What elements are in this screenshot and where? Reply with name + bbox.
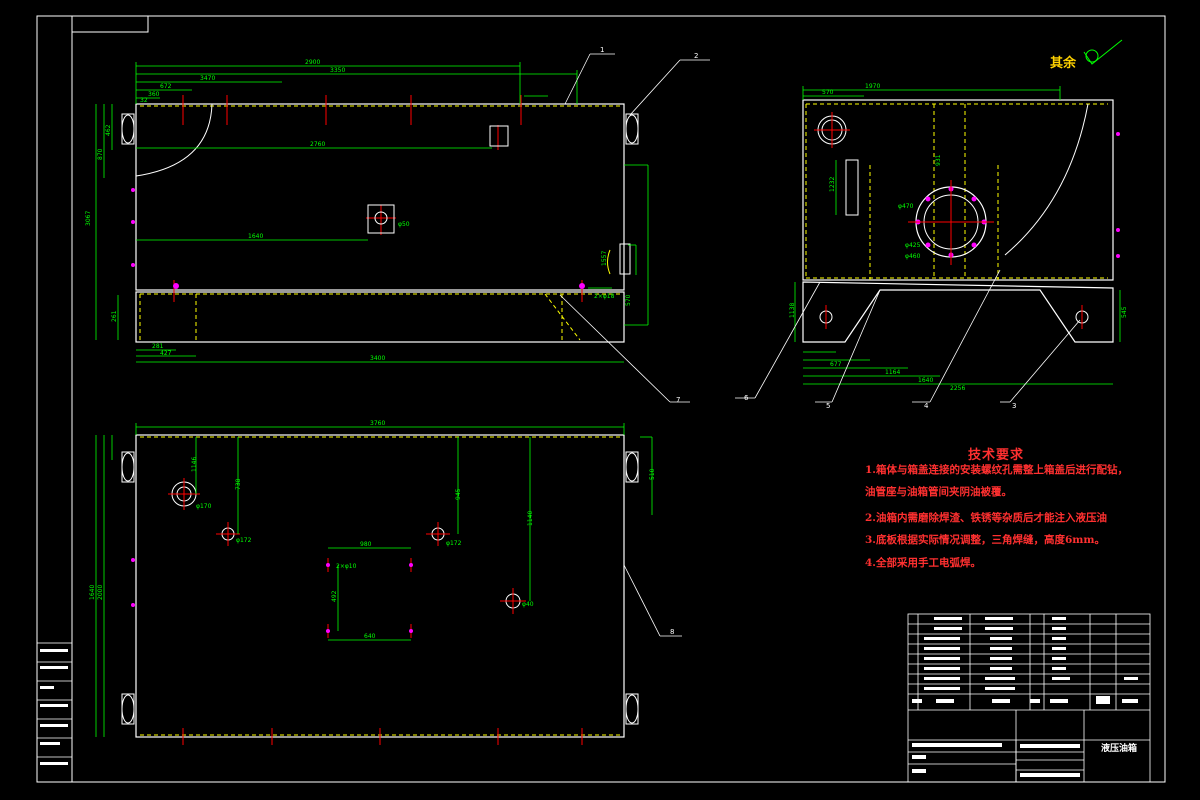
svg-text:672: 672 <box>160 83 172 90</box>
svg-text:1138: 1138 <box>789 303 796 318</box>
balloon-6: 6 <box>744 394 749 402</box>
svg-text:2000: 2000 <box>97 585 104 600</box>
svg-text:2×φ18: 2×φ18 <box>594 293 615 300</box>
balloon-8: 8 <box>670 628 674 636</box>
svg-text:492: 492 <box>331 590 338 602</box>
svg-text:1640: 1640 <box>248 233 263 240</box>
tech-requirement-line: 1.箱体与箱盖连接的安装螺纹孔需整上箱盖后进行配钻， <box>865 464 1128 476</box>
part-name: 液压油箱 <box>1101 742 1137 754</box>
svg-text:1640: 1640 <box>89 585 96 600</box>
svg-text:1146: 1146 <box>191 457 198 472</box>
balloon-3: 3 <box>1012 402 1016 410</box>
tech-requirement-line: 2.油箱内需磨除焊渣、铁锈等杂质后才能注入液压油 <box>865 512 1107 524</box>
tech-requirement-line: 3.底板根据实际情况调整，三角焊缝，高度6mm。 <box>865 534 1105 546</box>
balloon-2: 2 <box>694 52 698 60</box>
corner-box <box>71 15 149 33</box>
svg-text:281: 281 <box>152 343 164 350</box>
svg-text:φ460: φ460 <box>905 253 921 260</box>
svg-text:32: 32 <box>140 97 148 104</box>
svg-text:2256: 2256 <box>950 385 965 392</box>
svg-text:3760: 3760 <box>370 420 385 427</box>
svg-text:1557: 1557 <box>601 251 608 266</box>
svg-text:2760: 2760 <box>310 141 325 148</box>
svg-text:2×φ10: 2×φ10 <box>336 563 357 570</box>
svg-text:φ470: φ470 <box>898 203 914 210</box>
svg-text:3350: 3350 <box>330 67 345 74</box>
svg-text:1164: 1164 <box>885 369 900 376</box>
svg-text:1140: 1140 <box>527 511 534 526</box>
side-view: 1970 570 1164 1640 2256 677 1138 545 123… <box>789 83 1128 392</box>
svg-text:φ172: φ172 <box>446 540 462 547</box>
balloon-1: 1 <box>600 46 604 54</box>
tank-body <box>135 103 625 291</box>
svg-text:3067: 3067 <box>85 211 92 226</box>
misc-roughness-label: 其余 <box>1050 56 1077 71</box>
left-strip-block <box>36 642 73 783</box>
svg-text:677: 677 <box>830 361 842 368</box>
svg-text:261: 261 <box>111 310 118 322</box>
svg-text:510: 510 <box>649 468 656 480</box>
tech-requirement-line: 4.全部采用手工电弧焊。 <box>865 557 981 569</box>
svg-text:φ40: φ40 <box>522 601 534 608</box>
svg-text:φ425: φ425 <box>905 242 921 249</box>
svg-text:1232: 1232 <box>829 177 836 192</box>
title-block <box>907 613 1151 783</box>
balloon-4: 4 <box>924 402 929 410</box>
svg-text:462: 462 <box>105 124 112 136</box>
svg-text:738: 738 <box>235 478 242 490</box>
svg-text:2900: 2900 <box>305 59 320 66</box>
svg-text:1970: 1970 <box>865 83 880 90</box>
tank-base <box>135 291 625 343</box>
balloon-7: 7 <box>676 396 680 404</box>
plan-body <box>135 434 625 738</box>
tech-requirements-title: 技术要求 <box>968 448 1025 463</box>
svg-text:3400: 3400 <box>370 355 385 362</box>
svg-text:3470: 3470 <box>200 75 215 82</box>
svg-text:545: 545 <box>1121 306 1128 318</box>
tech-requirement-line: 油管座与油箱管间夹阴油被覆。 <box>865 486 1012 498</box>
svg-text:980: 980 <box>360 541 372 548</box>
svg-text:φ172: φ172 <box>236 537 252 544</box>
svg-text:360: 360 <box>148 91 160 98</box>
svg-text:640: 640 <box>364 633 376 640</box>
svg-text:570: 570 <box>625 294 632 306</box>
drawing-sheet: 2900 3350 3470 672 360 32 2760 1640 3067… <box>36 15 1166 783</box>
plan-view: 3760 1640 2000 738 945 1140 980 640 492 … <box>89 420 656 745</box>
svg-text:1640: 1640 <box>918 377 933 384</box>
front-view: 2900 3350 3470 672 360 32 2760 1640 3067… <box>85 59 649 363</box>
svg-text:427: 427 <box>160 350 172 357</box>
svg-text:φ170: φ170 <box>196 503 212 510</box>
svg-text:945: 945 <box>455 488 462 500</box>
side-body <box>802 99 1114 281</box>
balloon-5: 5 <box>826 402 830 410</box>
svg-text:570: 570 <box>822 89 834 96</box>
svg-text:931: 931 <box>935 154 942 166</box>
svg-text:870: 870 <box>97 148 104 160</box>
svg-text:φ50: φ50 <box>398 221 410 228</box>
roughness-symbol <box>1083 39 1123 65</box>
